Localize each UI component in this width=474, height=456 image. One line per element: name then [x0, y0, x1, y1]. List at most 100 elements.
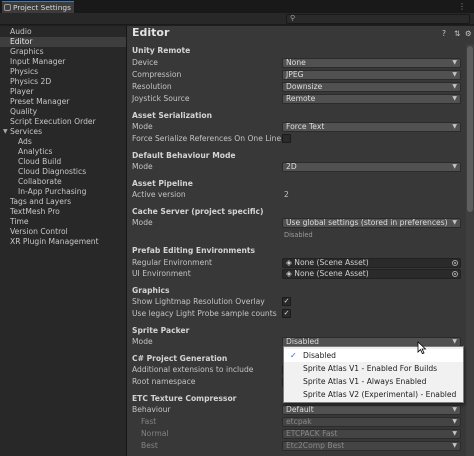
etc-behaviour-value: Default — [286, 405, 314, 414]
ui-environment-field[interactable]: ◈ None (Scene Asset) — [282, 269, 461, 279]
etc-normal-dropdown: ETCPACK Fast ▼ — [282, 429, 461, 439]
search-icon: ⚲ — [290, 14, 296, 22]
sidebar-item-quality[interactable]: Quality — [0, 107, 126, 117]
device-value: None — [286, 58, 306, 67]
resolution-dropdown[interactable]: Downsize ▼ — [282, 82, 461, 92]
device-dropdown[interactable]: None ▼ — [282, 58, 461, 68]
section-unity-remote: Unity Remote — [132, 46, 191, 55]
preset-icon[interactable]: ⇅ — [454, 29, 460, 38]
checkmark-icon: ✓ — [283, 309, 290, 317]
sidebar-item-services[interactable]: ▼ Services — [0, 127, 126, 137]
active-version-label: Active version — [132, 190, 186, 199]
sidebar-item-script-execution-order[interactable]: Script Execution Order — [0, 117, 126, 127]
title-bar: Project Settings ⋮ — [0, 0, 474, 13]
sidebar-item-physics-2d[interactable]: Physics 2D — [0, 77, 126, 87]
regular-environment-label: Regular Environment — [132, 258, 213, 267]
etc-normal-label: Normal — [141, 429, 169, 438]
behaviour-mode-value: 2D — [286, 162, 297, 171]
sidebar-item-player[interactable]: Player — [0, 87, 126, 97]
section-prefab-environments: Prefab Editing Environments — [132, 246, 256, 255]
object-picker-icon[interactable] — [452, 260, 458, 266]
etc-behaviour-label: Behaviour — [132, 405, 171, 414]
sidebar-item-in-app-purchasing[interactable]: In-App Purchasing — [0, 187, 126, 197]
device-label: Device — [132, 58, 158, 67]
help-icon[interactable]: ? — [442, 29, 446, 38]
section-graphics: Graphics — [132, 286, 170, 295]
dropdown-arrow-icon: ▼ — [452, 219, 457, 226]
scrollbar-thumb[interactable] — [467, 46, 473, 212]
settings-category-list: Audio Editor Graphics Input Manager Phys… — [0, 26, 126, 456]
sidebar-item-graphics[interactable]: Graphics — [0, 47, 126, 57]
dropdown-arrow-icon: ▼ — [452, 59, 457, 66]
sidebar-item-preset-manager[interactable]: Preset Manager — [0, 97, 126, 107]
sidebar-item-xr-plugin-management[interactable]: XR Plugin Management — [0, 237, 126, 247]
behaviour-mode-dropdown[interactable]: 2D ▼ — [282, 162, 461, 172]
menu-option-atlas-v1-builds[interactable]: Sprite Atlas V1 - Enabled For Builds — [284, 362, 463, 375]
sidebar-item-physics[interactable]: Physics — [0, 67, 126, 77]
dropdown-arrow-icon: ▼ — [452, 442, 457, 449]
menu-option-label: Disabled — [303, 351, 336, 360]
menu-option-atlas-v2-experimental[interactable]: Sprite Atlas V2 (Experimental) - Enabled — [284, 388, 463, 401]
sidebar-item-textmesh-pro[interactable]: TextMesh Pro — [0, 207, 126, 217]
sidebar-item-audio[interactable]: Audio — [0, 27, 126, 37]
cache-mode-value: Use global settings (stored in preferenc… — [286, 218, 448, 227]
root-namespace-label: Root namespace — [132, 377, 196, 386]
sprite-packer-mode-value: Disabled — [286, 337, 319, 346]
sidebar-item-cloud-build[interactable]: Cloud Build — [0, 157, 126, 167]
serialization-mode-dropdown[interactable]: Force Text ▼ — [282, 122, 461, 132]
sidebar-item-input-manager[interactable]: Input Manager — [0, 57, 126, 67]
vertical-scrollbar[interactable] — [466, 44, 474, 456]
dropdown-arrow-icon: ▼ — [452, 163, 457, 170]
cache-mode-dropdown[interactable]: Use global settings (stored in preferenc… — [282, 218, 461, 228]
dropdown-arrow-icon: ▼ — [452, 338, 457, 345]
sidebar-item-time[interactable]: Time — [0, 217, 126, 227]
menu-option-label: Sprite Atlas V1 - Enabled For Builds — [303, 364, 438, 373]
lightmap-overlay-checkbox[interactable]: ✓ — [282, 297, 291, 306]
menu-option-atlas-v1-always[interactable]: Sprite Atlas V1 - Always Enabled — [284, 375, 463, 388]
force-serialize-label: Force Serialize References On One Line — [132, 134, 282, 143]
force-serialize-checkbox[interactable] — [282, 134, 291, 143]
compression-value: JPEG — [286, 70, 304, 79]
cache-status-text: Disabled — [284, 231, 313, 239]
resolution-value: Downsize — [286, 82, 323, 91]
sidebar-item-editor[interactable]: Editor — [0, 37, 126, 47]
legacy-probe-checkbox[interactable]: ✓ — [282, 309, 291, 318]
sidebar-item-collaborate[interactable]: Collaborate — [0, 177, 126, 187]
etc-fast-label: Fast — [141, 417, 157, 426]
sidebar-item-cloud-diagnostics[interactable]: Cloud Diagnostics — [0, 167, 126, 177]
window-tab[interactable]: Project Settings — [2, 1, 74, 13]
joystick-source-dropdown[interactable]: Remote ▼ — [282, 94, 461, 104]
dropdown-arrow-icon: ▼ — [452, 418, 457, 425]
regular-environment-field[interactable]: ◈ None (Scene Asset) — [282, 258, 461, 268]
section-asset-serialization: Asset Serialization — [132, 111, 213, 120]
sidebar-item-tags-and-layers[interactable]: Tags and Layers — [0, 197, 126, 207]
section-default-behaviour-mode: Default Behaviour Mode — [132, 151, 236, 160]
section-etc-compressor: ETC Texture Compressor — [132, 394, 237, 403]
search-input[interactable]: ⚲ — [286, 14, 470, 24]
sidebar-item-analytics[interactable]: Analytics — [0, 147, 126, 157]
serialization-mode-label: Mode — [132, 122, 153, 131]
dropdown-arrow-icon: ▼ — [452, 71, 457, 78]
menu-option-label: Sprite Atlas V1 - Always Enabled — [303, 377, 427, 386]
menu-option-disabled[interactable]: ✓ Disabled — [284, 349, 463, 362]
compression-label: Compression — [132, 70, 182, 79]
compression-dropdown[interactable]: JPEG ▼ — [282, 70, 461, 80]
etc-behaviour-dropdown[interactable]: Default ▼ — [282, 405, 461, 415]
joystick-source-label: Joystick Source — [132, 94, 190, 103]
dropdown-arrow-icon: ▼ — [452, 430, 457, 437]
page-title: Editor — [132, 26, 170, 39]
ui-environment-value: None (Scene Asset) — [294, 269, 369, 278]
foldout-expanded-icon[interactable]: ▼ — [3, 127, 8, 137]
resolution-label: Resolution — [132, 82, 172, 91]
sidebar-item-ads[interactable]: Ads — [0, 137, 126, 147]
gear-icon[interactable]: ⚙ — [465, 29, 472, 38]
active-version-value: 2 — [284, 190, 289, 199]
kebab-menu-icon[interactable]: ⋮ — [458, 2, 466, 11]
object-picker-icon[interactable] — [452, 271, 458, 277]
section-sprite-packer: Sprite Packer — [132, 326, 190, 335]
dropdown-arrow-icon: ▼ — [452, 123, 457, 130]
etc-fast-dropdown: etcpak ▼ — [282, 417, 461, 427]
sidebar-item-version-control[interactable]: Version Control — [0, 227, 126, 237]
legacy-probe-label: Use legacy Light Probe sample counts — [132, 309, 277, 318]
etc-normal-value: ETCPACK Fast — [286, 429, 338, 438]
